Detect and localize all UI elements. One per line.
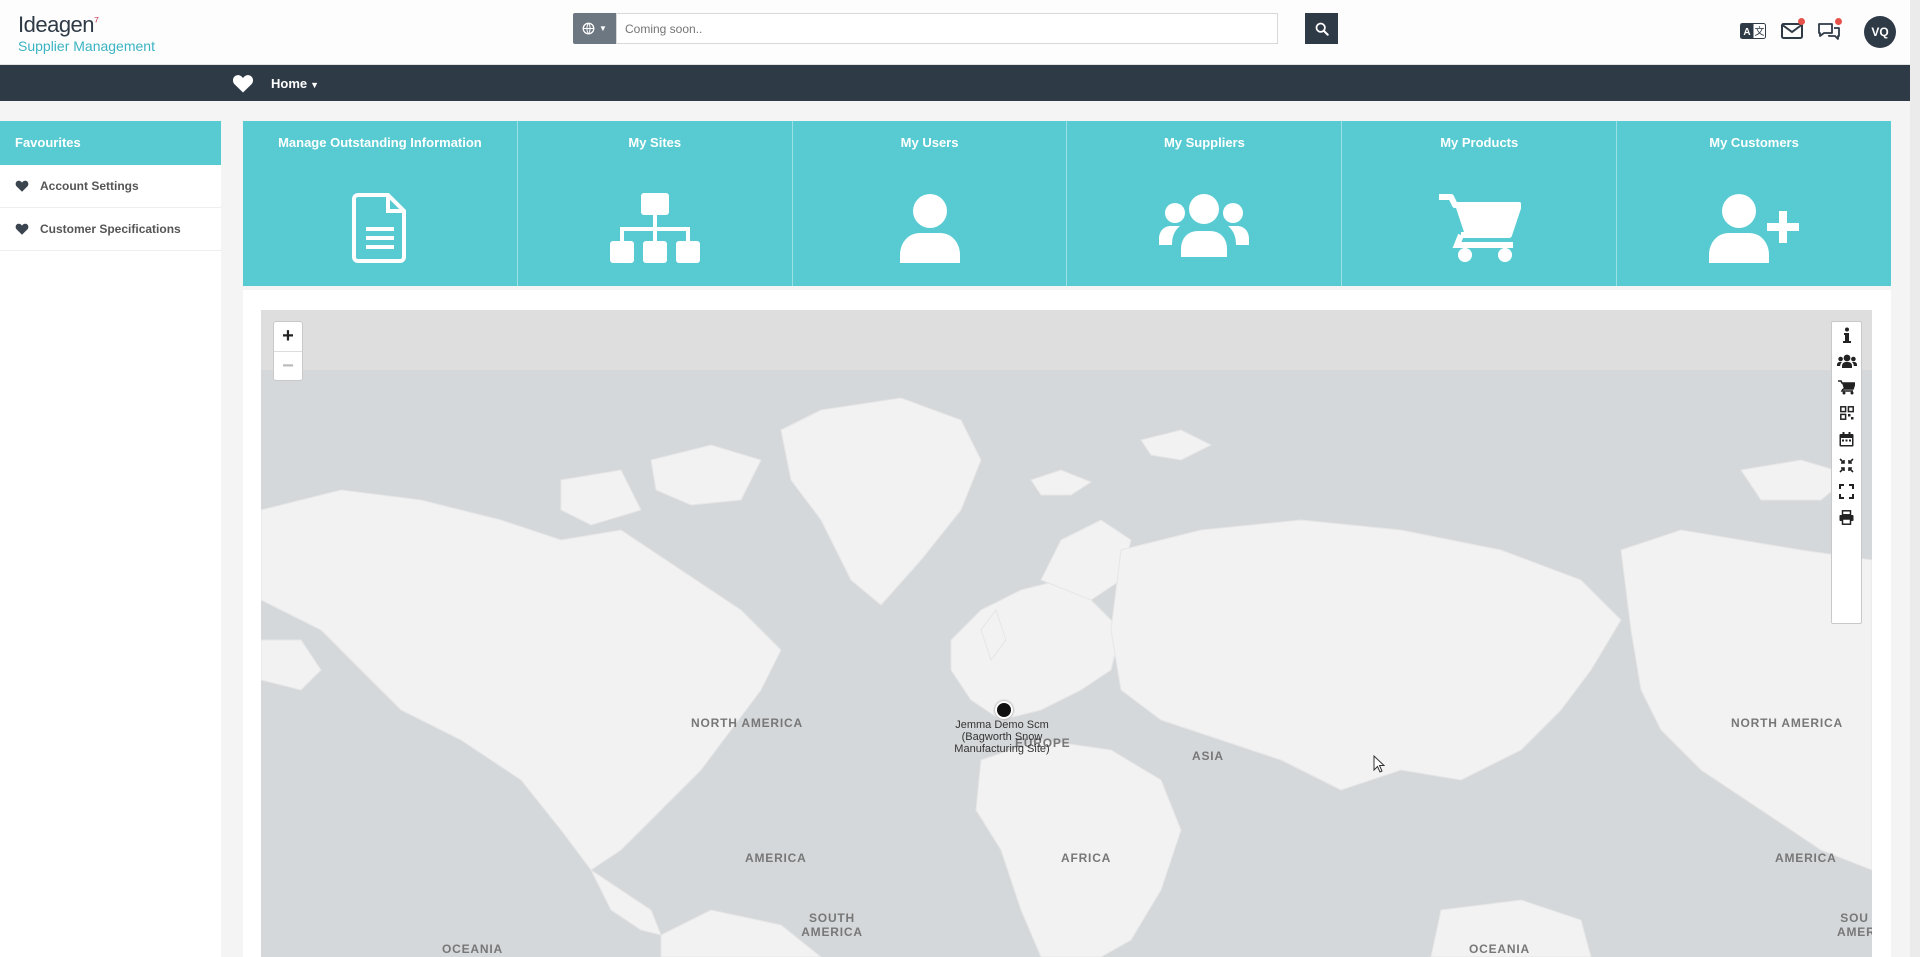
world-map[interactable]: + − NORTH AMERICA NORTH AMERICA EUROPE A…	[261, 310, 1872, 957]
search-bar: ▼	[573, 13, 1339, 44]
home-menu-label: Home	[271, 76, 308, 91]
region-label: AMERICA	[1775, 851, 1837, 865]
user-avatar[interactable]: VQ	[1864, 16, 1896, 48]
user-initials: VQ	[1871, 25, 1889, 39]
favourites-title: Favourites	[0, 121, 221, 165]
cursor-icon	[1373, 755, 1385, 773]
region-label: NORTH AMERICA	[1731, 716, 1843, 730]
map-users-button[interactable]	[1832, 348, 1861, 374]
logo-subtitle: Supplier Management	[18, 38, 155, 54]
chevron-down-icon: ▼	[599, 24, 607, 33]
svg-text:文: 文	[1755, 25, 1765, 38]
tile-my-customers[interactable]: My Customers	[1617, 121, 1891, 286]
zoom-in-button[interactable]: +	[274, 322, 302, 351]
site-marker-label: Jemma Demo Scm (Bagworth Snow Manufactur…	[954, 719, 1050, 756]
zoom-control: + −	[273, 321, 303, 381]
map-compress-button[interactable]	[1832, 452, 1861, 478]
logo-brand: Ideagen⁷	[18, 12, 99, 37]
print-icon	[1839, 509, 1854, 525]
user-plus-icon	[1709, 194, 1800, 263]
messages-badge	[1798, 18, 1805, 25]
page-scrollbar[interactable]	[1910, 0, 1920, 957]
search-button[interactable]	[1305, 13, 1338, 44]
region-label: SOU AMER	[1837, 912, 1872, 939]
tile-my-users[interactable]: My Users	[793, 121, 1068, 286]
chat-badge	[1835, 18, 1842, 25]
region-label: AMERICA	[745, 851, 807, 865]
tile-label: My Users	[900, 135, 959, 150]
favourite-item-customer-specifications[interactable]: Customer Specifications	[0, 208, 221, 251]
main-navbar: Home ▼	[0, 65, 1910, 101]
info-icon	[1842, 327, 1851, 343]
region-label: OCEANIA	[1469, 942, 1530, 956]
favourite-item-label: Account Settings	[40, 179, 139, 193]
region-label: NORTH AMERICA	[691, 716, 803, 730]
home-menu[interactable]: Home ▼	[271, 76, 319, 91]
top-header: Ideagen⁷ Supplier Management ▼ A文 VQ	[0, 0, 1910, 65]
favourite-item-account-settings[interactable]: Account Settings	[0, 165, 221, 208]
heart-icon	[15, 223, 29, 235]
region-label: AFRICA	[1061, 851, 1112, 865]
fullscreen-icon	[1839, 483, 1854, 499]
search-icon	[1315, 22, 1329, 36]
calendar-icon	[1839, 431, 1854, 446]
map-calendar-button[interactable]	[1832, 426, 1861, 452]
tile-my-products[interactable]: My Products	[1342, 121, 1618, 286]
document-icon	[351, 193, 406, 263]
tile-manage-outstanding-information[interactable]: Manage Outstanding Information	[243, 121, 518, 286]
translate-icon: A文	[1740, 23, 1766, 39]
sitemap-icon	[609, 193, 700, 263]
user-icon	[899, 194, 960, 263]
language-dropdown-button[interactable]: ▼	[573, 13, 616, 44]
tile-my-sites[interactable]: My Sites	[518, 121, 793, 286]
map-qrcode-button[interactable]	[1832, 400, 1861, 426]
region-label: OCEANIA	[442, 942, 503, 956]
zoom-out-button[interactable]: −	[274, 351, 302, 381]
logo[interactable]: Ideagen⁷ Supplier Management	[18, 12, 155, 54]
map-fullscreen-button[interactable]	[1832, 478, 1861, 504]
qrcode-icon	[1839, 406, 1854, 420]
region-label: SOUTH AMERICA	[801, 911, 863, 939]
tile-label: Manage Outstanding Information	[278, 135, 482, 150]
tile-label: My Suppliers	[1163, 135, 1245, 150]
users-icon	[1836, 354, 1857, 368]
cart-icon	[1439, 194, 1522, 262]
map-info-button[interactable]	[1832, 322, 1861, 348]
heart-icon[interactable]	[232, 74, 254, 93]
map-toolbar	[1831, 321, 1862, 624]
map-products-button[interactable]	[1832, 374, 1861, 400]
map-print-button[interactable]	[1832, 504, 1861, 530]
messages-button[interactable]	[1779, 18, 1805, 42]
favourites-sidebar: Favourites Account Settings Customer Spe…	[0, 121, 221, 957]
tile-label: My Sites	[628, 135, 682, 150]
translate-button[interactable]: A文	[1740, 20, 1766, 42]
tile-label: My Products	[1440, 135, 1519, 150]
tile-my-suppliers[interactable]: My Suppliers	[1067, 121, 1343, 286]
globe-icon	[582, 22, 595, 35]
chat-button[interactable]	[1816, 18, 1842, 42]
region-label: ASIA	[1192, 749, 1224, 763]
heart-icon	[15, 180, 29, 192]
compress-icon	[1839, 457, 1854, 473]
cart-icon	[1838, 379, 1855, 394]
envelope-icon	[1781, 23, 1803, 39]
svg-text:A: A	[1743, 27, 1750, 38]
search-input[interactable]	[616, 13, 1278, 44]
site-marker[interactable]	[995, 701, 1013, 719]
caret-down-icon: ▼	[310, 80, 320, 90]
tile-label: My Customers	[1709, 135, 1799, 150]
dashboard-tiles: Manage Outstanding Information My Sites …	[243, 121, 1891, 286]
users-icon	[1159, 194, 1250, 257]
favourite-item-label: Customer Specifications	[40, 222, 181, 236]
